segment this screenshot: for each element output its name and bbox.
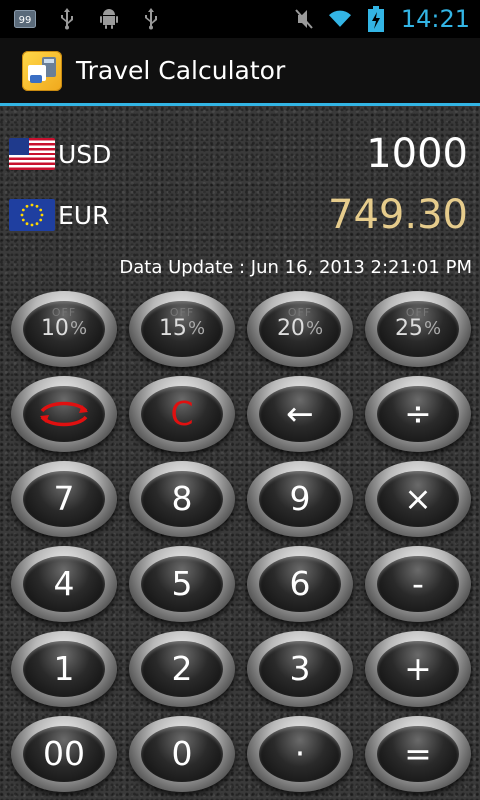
source-amount[interactable]: 1000 — [366, 131, 468, 177]
keypad: OFF 10% OFF 15% OFF 20% OFF 25% C ← ÷ 7 8 9 … — [10, 286, 472, 800]
clear-button[interactable]: C — [129, 375, 235, 452]
multiply-button[interactable]: × — [365, 460, 471, 537]
minus-button[interactable]: - — [365, 545, 471, 622]
source-currency-code[interactable]: USD — [58, 140, 111, 169]
digit-2-button[interactable]: 2 — [129, 630, 235, 707]
data-update-timestamp: Data Update : Jun 16, 2013 2:21:01 PM — [119, 257, 472, 278]
currency-row-source[interactable]: USD 1000 — [0, 124, 480, 184]
currency-row-target[interactable]: EUR 749.30 — [0, 185, 480, 245]
divide-button[interactable]: ÷ — [365, 375, 471, 452]
us-flag-icon[interactable] — [9, 138, 55, 170]
discount-10-button[interactable]: OFF 10% — [11, 290, 117, 367]
discount-20-button[interactable]: OFF 20% — [247, 290, 353, 367]
off-label: OFF — [169, 305, 195, 319]
digit-6-button[interactable]: 6 — [247, 545, 353, 622]
digit-0-button[interactable]: 0 — [129, 715, 235, 792]
swap-currencies-button[interactable] — [11, 375, 117, 452]
action-bar: Travel Calculator — [0, 38, 480, 106]
digit-7-button[interactable]: 7 — [11, 460, 117, 537]
digit-4-button[interactable]: 4 — [11, 545, 117, 622]
discount-25-button[interactable]: OFF 25% — [365, 290, 471, 367]
digit-1-button[interactable]: 1 — [11, 630, 117, 707]
digit-9-button[interactable]: 9 — [247, 460, 353, 537]
equals-button[interactable]: = — [365, 715, 471, 792]
swap-currencies-icon — [40, 401, 88, 426]
digit-8-button[interactable]: 8 — [129, 460, 235, 537]
off-label: OFF — [405, 305, 431, 319]
backspace-button[interactable]: ← — [247, 375, 353, 452]
mute-icon — [293, 8, 315, 30]
converted-amount: 749.30 — [328, 192, 468, 238]
decimal-button[interactable]: · — [247, 715, 353, 792]
status-time: 14:21 — [400, 5, 470, 33]
plus-button[interactable]: + — [365, 630, 471, 707]
calculator-body: USD 1000 EUR 749.30 Data Update : Jun 16… — [0, 106, 480, 800]
calculator-app-icon[interactable] — [22, 50, 62, 91]
usb-icon — [56, 8, 78, 30]
digit-3-button[interactable]: 3 — [247, 630, 353, 707]
battery-charging-icon — [365, 6, 387, 32]
status-bar: 99 14:21 — [0, 0, 480, 38]
notification-badge-count: 99 — [19, 15, 32, 26]
notification-badge-icon: 99 — [14, 8, 36, 30]
app-title: Travel Calculator — [76, 56, 286, 85]
off-label: OFF — [51, 305, 77, 319]
android-icon — [98, 8, 120, 30]
usb-icon — [140, 8, 162, 30]
eu-flag-icon[interactable] — [9, 199, 55, 231]
target-currency-code[interactable]: EUR — [58, 201, 109, 230]
discount-15-button[interactable]: OFF 15% — [129, 290, 235, 367]
digit-5-button[interactable]: 5 — [129, 545, 235, 622]
double-zero-button[interactable]: 00 — [11, 715, 117, 792]
wifi-icon — [328, 8, 351, 30]
off-label: OFF — [287, 305, 313, 319]
